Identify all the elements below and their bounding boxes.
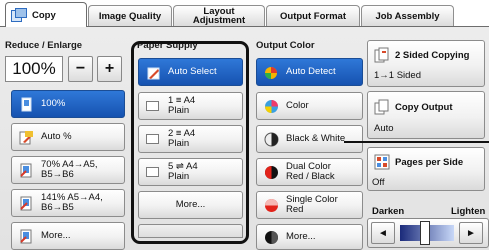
pages-per-side-button[interactable]: Pages per Side Off (367, 147, 485, 191)
zoom-more-button[interactable]: More... (11, 222, 125, 250)
zoom-141-button[interactable]: 141% A5→A4, B6→B5 (11, 189, 125, 217)
tab-bar: Copy Image Quality Layout Adjustment Out… (0, 0, 489, 27)
color-single-text: Single Color Red (286, 195, 338, 215)
paper-supply-title: Paper Supply (137, 40, 198, 51)
zoom-70-button[interactable]: 70% A4→A5, B5→B6 (11, 156, 125, 184)
two-sided-title: 2 Sided Copying (395, 50, 470, 61)
tab-copy-label: Copy (32, 9, 56, 21)
tab-output-format[interactable]: Output Format (266, 5, 360, 26)
color-more-icon (265, 230, 278, 244)
dual-color-icon (265, 165, 278, 179)
tray-icon (146, 167, 159, 177)
auto-detect-color-icon (265, 66, 277, 79)
copy-output-title: Copy Output (395, 102, 453, 113)
color-bw-label: Black & White (286, 133, 346, 144)
zoom-more-label: More... (41, 230, 71, 241)
copy-output-icon (374, 99, 389, 115)
color-dual-button[interactable]: Dual Color Red / Black (256, 158, 363, 186)
auto-select-paper-icon (147, 67, 160, 79)
zoom-141-text: 141% A5→A4, B6→B5 (41, 193, 103, 213)
zoom-100-button[interactable]: 100% (11, 90, 125, 118)
zoom-more-icon (20, 229, 32, 243)
reduce-enlarge-title: Reduce / Enlarge (5, 40, 83, 51)
zoom-70-line2: B5→B6 (41, 169, 74, 180)
density-slider: ◄ ► (367, 218, 489, 248)
minus-button[interactable]: − (68, 56, 93, 82)
darker-arrow-button[interactable]: ◄ (371, 222, 395, 244)
zoom-70-text: 70% A4→A5, B5→B6 (41, 160, 98, 180)
color-single-line2: Red (286, 204, 304, 215)
tab-layout-label-2: Adjustment (192, 15, 246, 26)
paper-tray-1-text: 1 ≡ A4 Plain (168, 96, 195, 116)
paper-tray-5-line2: Plain (168, 171, 190, 182)
color-auto-detect-button[interactable]: Auto Detect (256, 58, 363, 86)
paper-tray-5-button[interactable]: 5 ⇌ A4 Plain (138, 158, 243, 186)
color-bw-button[interactable]: Black & White (256, 125, 363, 153)
color-more-button[interactable]: More... (256, 224, 363, 250)
tab-job-assembly[interactable]: Job Assembly (361, 5, 454, 26)
zoom-auto-button[interactable]: Auto % (11, 123, 125, 151)
paper-tray-2-button[interactable]: 2 ≡ A4 Plain (138, 125, 243, 153)
tab-image-quality-label: Image Quality (98, 10, 162, 22)
full-color-icon (265, 99, 278, 113)
tray-icon (146, 101, 159, 111)
paper-empty-slot (138, 224, 243, 238)
color-dual-text: Dual Color Red / Black (286, 162, 335, 182)
paper-tray-1-button[interactable]: 1 ≡ A4 Plain (138, 92, 243, 120)
tray-icon (146, 134, 159, 144)
callout-line (344, 141, 489, 143)
black-white-icon (264, 132, 279, 146)
lighten-label: Lighten (451, 206, 486, 217)
enlarge-icon (20, 196, 32, 210)
tab-output-format-label: Output Format (280, 10, 346, 22)
zoom-value-field[interactable]: 100% (5, 56, 63, 82)
plus-button[interactable]: + (97, 56, 122, 82)
zoom-141-line2: B6→B5 (41, 202, 74, 213)
tab-copy[interactable]: Copy (5, 2, 87, 27)
page-portrait-icon (21, 97, 32, 111)
paper-more-button[interactable]: More... (138, 191, 243, 219)
auto-zoom-icon (19, 130, 33, 144)
zoom-100-label: 100% (41, 98, 66, 109)
color-full-button[interactable]: Color (256, 92, 363, 120)
two-sided-icon (374, 47, 389, 63)
two-sided-copying-button[interactable]: 2 Sided Copying 1→1 Sided (367, 40, 485, 87)
tab-layout-adjustment[interactable]: Layout Adjustment (173, 5, 265, 26)
paper-tray-2-text: 2 ≡ A4 Plain (168, 129, 195, 149)
density-indicator[interactable] (420, 221, 430, 245)
color-more-label: More... (286, 231, 316, 242)
paper-tray-2-line2: Plain (168, 138, 190, 149)
copy-icon (11, 8, 27, 22)
tab-image-quality[interactable]: Image Quality (88, 5, 172, 26)
paper-tray-1-line2: Plain (168, 105, 190, 116)
color-single-button[interactable]: Single Color Red (256, 191, 363, 219)
paper-more-label: More... (175, 199, 206, 210)
reduce-icon (20, 163, 32, 177)
paper-tray-5-text: 5 ⇌ A4 Plain (168, 162, 198, 182)
paper-auto-select-label: Auto Select (168, 66, 217, 77)
zoom-auto-label: Auto % (41, 131, 72, 142)
pages-per-side-icon (374, 154, 390, 170)
copy-output-button[interactable]: Copy Output Auto (367, 91, 485, 139)
pages-per-side-value: Off (372, 177, 385, 188)
single-color-icon (265, 198, 278, 212)
color-auto-detect-label: Auto Detect (286, 66, 336, 77)
paper-auto-select-button[interactable]: Auto Select (138, 58, 243, 86)
color-dual-line2: Red / Black (286, 171, 335, 182)
lighter-arrow-button[interactable]: ► (459, 222, 483, 244)
color-full-label: Color (286, 100, 309, 111)
two-sided-value: 1→1 Sided (374, 70, 422, 81)
darken-label: Darken (372, 206, 405, 217)
pages-per-side-title: Pages per Side (395, 157, 464, 168)
tab-job-assembly-label: Job Assembly (375, 10, 440, 22)
copy-output-value: Auto (374, 123, 394, 134)
output-color-title: Output Color (256, 40, 315, 51)
